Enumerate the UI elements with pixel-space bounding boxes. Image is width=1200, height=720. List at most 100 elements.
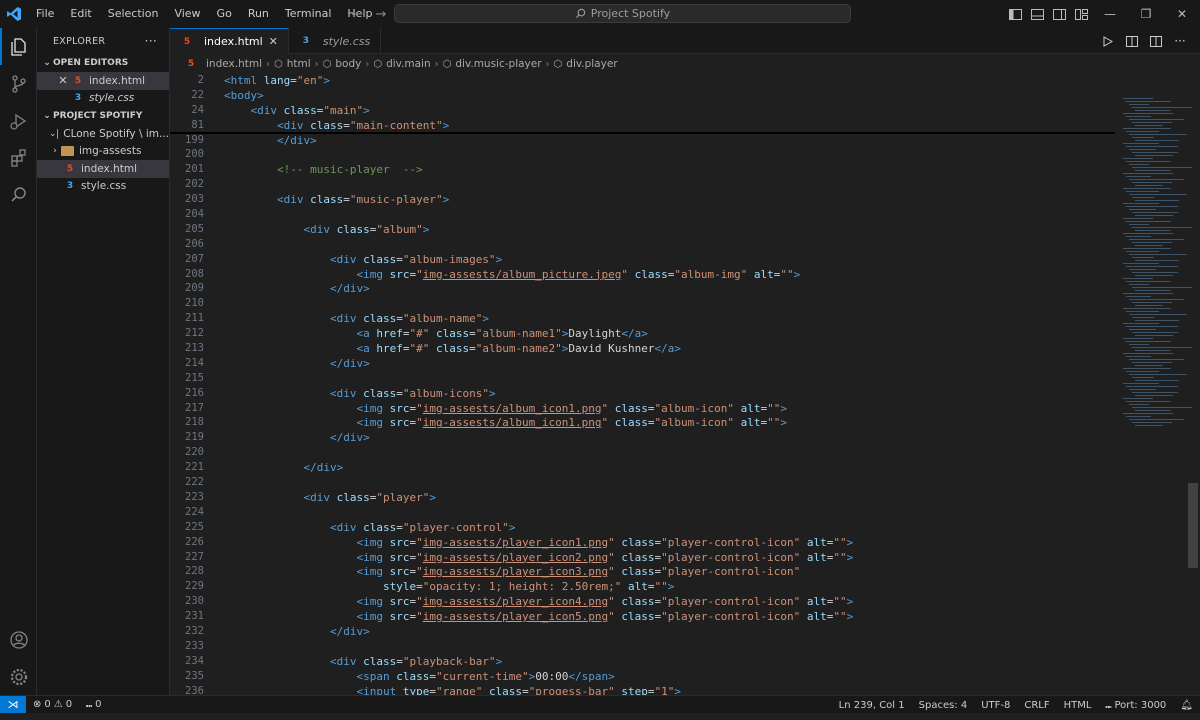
code-line[interactable]: 224 xyxy=(170,506,1115,521)
open-preview-icon[interactable] xyxy=(1122,31,1142,51)
code-line[interactable]: 218 <img src = "img-assests/album_icon1.pn… xyxy=(170,416,1115,431)
tab-style-css[interactable]: 3 style.css xyxy=(289,28,382,54)
code-line[interactable]: 200 xyxy=(170,148,1115,163)
menu-run[interactable]: Run xyxy=(240,0,277,28)
tree-folder-item[interactable]: ⌄ CLone Spotify \ im... xyxy=(37,125,169,143)
tree-file-item[interactable]: 5 index.html xyxy=(37,160,169,178)
code-line[interactable]: 220 xyxy=(170,446,1115,461)
code-line[interactable]: 22 <body> xyxy=(170,88,1115,104)
code-line[interactable]: 234 <div class="playback-bar"> xyxy=(170,655,1115,670)
code-line[interactable]: 214 </div> xyxy=(170,357,1115,372)
more-actions-icon[interactable]: ··· xyxy=(145,34,157,48)
code-line[interactable]: 208 <img src="img-assests/album_picture.… xyxy=(170,268,1115,283)
code-line[interactable]: 202 xyxy=(170,178,1115,193)
tree-folder-item[interactable]: › img-assests xyxy=(37,143,169,161)
code-line[interactable]: 227 <img src="img-assests/player_icon2.p… xyxy=(170,551,1115,566)
end-of-line[interactable]: CRLF xyxy=(1017,700,1056,711)
breadcrumb-item[interactable]: div.main xyxy=(386,58,431,70)
code-line[interactable]: 212 <a href="#" class="album-name1">Dayl… xyxy=(170,327,1115,342)
explorer-icon[interactable] xyxy=(0,28,37,65)
code-line[interactable]: 81 <div class="main-content"> xyxy=(170,118,1115,134)
code-line[interactable]: 219 </div> xyxy=(170,431,1115,446)
open-editor-item[interactable]: ✕ 5 index.html xyxy=(37,72,169,90)
tab-index-html[interactable]: 5 index.html ✕ xyxy=(170,28,289,54)
encoding[interactable]: UTF-8 xyxy=(974,700,1017,711)
breadcrumb-item[interactable]: div.player xyxy=(566,58,617,70)
code-line[interactable]: 203 <div class="music-player"> xyxy=(170,193,1115,208)
notifications-bell-icon[interactable]: 🔔︎ xyxy=(1173,700,1200,711)
cursor-position[interactable]: Ln 239, Col 1 xyxy=(832,700,912,711)
open-editors-section[interactable]: ⌄ OPEN EDITORS xyxy=(37,54,169,72)
code-line[interactable]: 230 <img src="img-assests/player_icon4.p… xyxy=(170,595,1115,610)
code-line[interactable]: 217 <img src = "img-assests/album_icon1.pn… xyxy=(170,402,1115,417)
menu-go[interactable]: Go xyxy=(209,0,240,28)
code-line[interactable]: 232 </div> xyxy=(170,625,1115,640)
code-line[interactable]: 2 <html lang="en"> xyxy=(170,74,1115,89)
source-control-icon[interactable] xyxy=(0,65,37,102)
customize-layout-icon[interactable] xyxy=(1070,0,1092,28)
run-icon[interactable] xyxy=(1098,31,1118,51)
code-line[interactable]: 225 <div class="player-control"> xyxy=(170,521,1115,536)
code-line[interactable]: 201 <!-- music-player --> xyxy=(170,163,1115,178)
manage-gear-icon[interactable] xyxy=(0,658,37,695)
minimize-button[interactable]: — xyxy=(1092,0,1128,28)
menu-edit[interactable]: Edit xyxy=(62,0,99,28)
command-center-search[interactable]: Project Spotify xyxy=(394,4,851,23)
code-line[interactable]: 222 xyxy=(170,476,1115,491)
editor-scrollbar[interactable] xyxy=(1188,483,1198,568)
minimap[interactable] xyxy=(1115,74,1192,695)
code-line[interactable]: 205 <div class="album"> xyxy=(170,223,1115,238)
code-line[interactable]: 233 xyxy=(170,640,1115,655)
menu-view[interactable]: View xyxy=(166,0,208,28)
code-line[interactable]: 226 <img src="img-assests/player_icon1.p… xyxy=(170,536,1115,551)
extensions-icon[interactable] xyxy=(0,139,37,176)
project-section[interactable]: ⌄ PROJECT SPOTIFY xyxy=(37,107,169,125)
code-line[interactable]: 228 <img src="img-assests/player_icon3.p… xyxy=(170,565,1115,580)
menu-terminal[interactable]: Terminal xyxy=(277,0,340,28)
code-line[interactable]: 223 <div class="player"> xyxy=(170,491,1115,506)
split-editor-icon[interactable] xyxy=(1146,31,1166,51)
back-arrow-icon[interactable]: ← xyxy=(348,7,366,22)
remote-indicator-icon[interactable]: ⋊ xyxy=(0,695,26,714)
language-mode[interactable]: HTML xyxy=(1057,700,1099,711)
code-line[interactable]: 204 xyxy=(170,208,1115,223)
problems-status[interactable]: ⊗ 0 ⚠ 0 xyxy=(26,699,79,710)
code-line[interactable]: 206 xyxy=(170,238,1115,253)
toggle-panel-icon[interactable] xyxy=(1026,0,1048,28)
run-debug-icon[interactable] xyxy=(0,102,37,139)
ports-status[interactable]: ⑉ 0 xyxy=(79,699,108,710)
open-editor-item[interactable]: 3 style.css xyxy=(37,90,169,108)
code-line[interactable]: 209 </div> xyxy=(170,282,1115,297)
code-line[interactable]: 215 xyxy=(170,372,1115,387)
breadcrumb-item[interactable]: html xyxy=(287,58,311,70)
close-tab-icon[interactable]: ✕ xyxy=(269,35,278,48)
account-icon[interactable] xyxy=(0,621,37,658)
code-line[interactable]: 213 <a href="#" class="album-name2">Davi… xyxy=(170,342,1115,357)
menu-selection[interactable]: Selection xyxy=(100,0,167,28)
code-line[interactable]: 199 </div> xyxy=(170,134,1115,149)
close-icon[interactable]: ✕ xyxy=(57,74,69,87)
code-line[interactable]: 210 xyxy=(170,297,1115,312)
more-actions-icon[interactable]: ··· xyxy=(1170,31,1190,51)
breadcrumb-item[interactable]: div.music-player xyxy=(455,58,541,70)
code-line[interactable]: 221 </div> xyxy=(170,461,1115,476)
tree-file-item[interactable]: 3 style.css xyxy=(37,178,169,196)
code-line[interactable]: 24 <div class="main"> xyxy=(170,103,1115,119)
search-sidebar-icon[interactable] xyxy=(0,176,37,213)
close-window-button[interactable]: ✕ xyxy=(1164,0,1200,28)
toggle-secondary-sidebar-icon[interactable] xyxy=(1048,0,1070,28)
breadcrumb-item[interactable]: index.html xyxy=(206,58,262,70)
code-line[interactable]: 216 <div class="album-icons"> xyxy=(170,387,1115,402)
code-line[interactable]: 229 style="opacity: 1; height: 2.50rem;"… xyxy=(170,580,1115,595)
restore-button[interactable]: ❐ xyxy=(1128,0,1164,28)
live-server-port[interactable]: ⑉ Port: 3000 xyxy=(1098,700,1173,711)
breadcrumb-item[interactable]: body xyxy=(335,58,361,70)
code-line[interactable]: 231 <img src="img-assests/player_icon5.p… xyxy=(170,610,1115,625)
code-line[interactable]: 207 <div class="album-images"> xyxy=(170,253,1115,268)
menu-file[interactable]: File xyxy=(28,0,62,28)
code-line[interactable]: 235 <span class="current-time">00:00</sp… xyxy=(170,670,1115,685)
indentation[interactable]: Spaces: 4 xyxy=(912,700,975,711)
code-editor[interactable]: 2 <html lang="en"> 22 <body> 24 <div class="… xyxy=(170,74,1115,699)
code-line[interactable]: 211 <div class="album-name"> xyxy=(170,312,1115,327)
toggle-primary-sidebar-icon[interactable] xyxy=(1004,0,1026,28)
